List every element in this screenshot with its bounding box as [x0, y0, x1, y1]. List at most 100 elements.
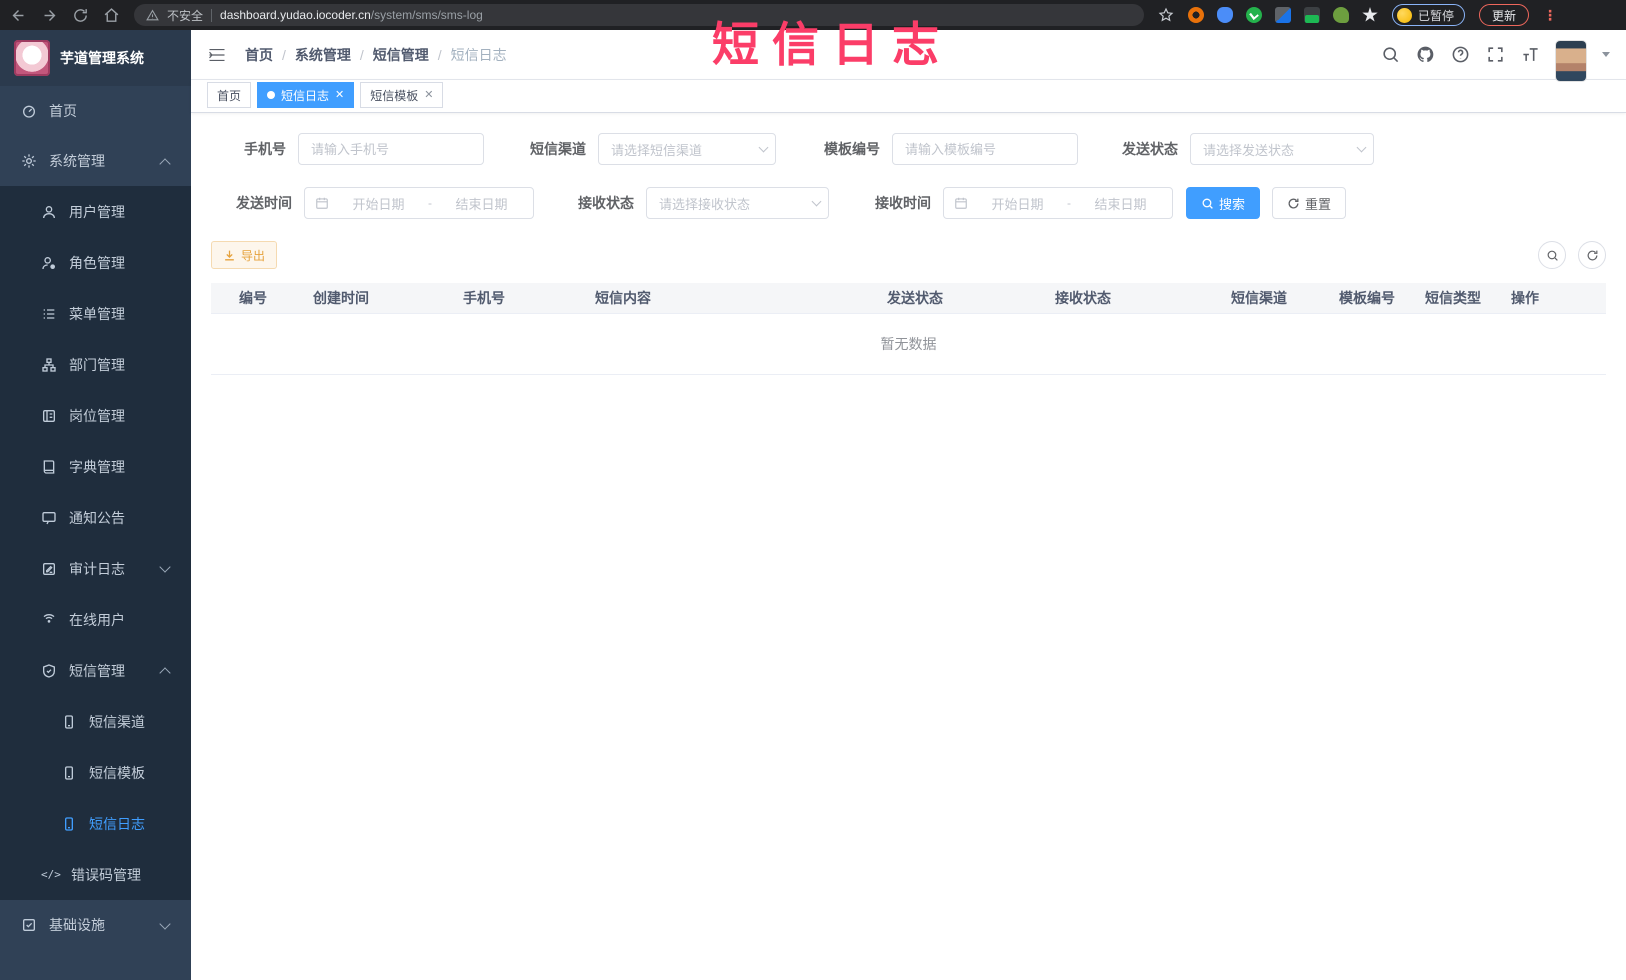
column-header-create-time: 创建时间	[313, 290, 369, 306]
phone-icon	[65, 816, 73, 831]
search-icon	[1202, 198, 1213, 209]
announcement-icon	[42, 511, 56, 524]
sidebar-item-dict-mgmt[interactable]: 字典管理	[0, 441, 191, 492]
security-label[interactable]: 不安全	[167, 7, 203, 24]
fullscreen-icon[interactable]	[1486, 45, 1505, 64]
main-area: 首页 系统管理 短信管理 短信日志 首页 短信日志 ✕	[191, 30, 1626, 980]
receive-status-select[interactable]: 请选择接收状态	[646, 187, 829, 219]
sidebar-item-dept-mgmt[interactable]: 部门管理	[0, 339, 191, 390]
sidebar-item-online-users[interactable]: 在线用户	[0, 594, 191, 645]
select-placeholder: 请选择接收状态	[659, 196, 751, 212]
browser-menu-icon[interactable]: ⋮	[1543, 7, 1557, 24]
field-label: 短信渠道	[530, 141, 586, 157]
sidebar-item-post-mgmt[interactable]: 岗位管理	[0, 390, 191, 441]
sidebar-item-sms-log[interactable]: 短信日志	[0, 798, 191, 849]
close-icon[interactable]: ✕	[424, 89, 433, 101]
extension-grid-icon[interactable]	[1275, 7, 1291, 23]
phone-input-wrap	[298, 133, 484, 165]
app-title: 芋道管理系统	[60, 50, 144, 66]
close-icon[interactable]: ✕	[335, 89, 344, 101]
extension-green-check-icon[interactable]	[1246, 7, 1262, 23]
filter-send-status: 发送状态 请选择发送状态	[1122, 133, 1374, 165]
tab-sms-template[interactable]: 短信模板 ✕	[360, 82, 444, 108]
sidebar-item-sms-mgmt[interactable]: 短信管理	[0, 645, 191, 696]
chevron-down-icon	[758, 142, 769, 152]
sidebar-item-menu-mgmt[interactable]: 菜单管理	[0, 288, 191, 339]
chevron-down-icon[interactable]	[1602, 52, 1610, 57]
org-tree-icon	[42, 357, 56, 372]
breadcrumb-system-mgmt[interactable]: 系统管理	[282, 45, 351, 65]
column-header-actions: 操作	[1511, 290, 1539, 306]
sidebar-item-role-mgmt[interactable]: 角色管理	[0, 237, 191, 288]
refresh-table-button[interactable]	[1578, 241, 1606, 269]
table-toolbar: 导出	[211, 241, 1606, 269]
back-icon[interactable]	[10, 7, 27, 24]
template-input[interactable]	[893, 134, 1077, 164]
home-icon[interactable]	[103, 7, 120, 24]
user-avatar[interactable]	[1556, 40, 1586, 81]
code-icon: </>	[41, 868, 61, 881]
export-button[interactable]: 导出	[211, 241, 278, 269]
breadcrumb-home[interactable]: 首页	[245, 45, 273, 65]
search-icon	[1547, 250, 1558, 261]
send-status-select[interactable]: 请选择发送状态	[1190, 133, 1374, 165]
reload-icon[interactable]	[72, 7, 89, 24]
breadcrumb: 首页 系统管理 短信管理 短信日志	[245, 45, 507, 65]
sidebar-item-audit-log[interactable]: 审计日志	[0, 543, 191, 594]
phone-input[interactable]	[299, 134, 483, 164]
dictionary-icon	[43, 459, 55, 474]
header-actions	[1381, 29, 1610, 81]
extension-on-badge-icon[interactable]	[1304, 7, 1320, 23]
extension-leaf-icon[interactable]	[1333, 7, 1349, 23]
sidebar-item-sms-channel[interactable]: 短信渠道	[0, 696, 191, 747]
select-placeholder: 请选择发送状态	[1203, 142, 1295, 158]
extension-orange-icon[interactable]	[1188, 7, 1204, 23]
font-size-icon[interactable]	[1521, 45, 1540, 64]
tab-label: 短信模板	[370, 88, 419, 103]
search-button[interactable]: 搜索	[1186, 187, 1261, 219]
chevron-up-icon	[159, 667, 171, 679]
channel-select[interactable]: 请选择短信渠道	[598, 133, 776, 165]
browser-chrome: 不安全 dashboard.yudao.iocoder.cn/system/sm…	[0, 0, 1626, 30]
url-text[interactable]: dashboard.yudao.iocoder.cn/system/sms/sm…	[220, 8, 483, 22]
send-time-range-picker[interactable]: 开始日期 - 结束日期	[304, 187, 534, 219]
hamburger-icon[interactable]	[207, 45, 227, 65]
sidebar-item-sms-template[interactable]: 短信模板	[0, 747, 191, 798]
search-icon[interactable]	[1381, 45, 1400, 64]
tab-home[interactable]: 首页	[207, 82, 252, 108]
column-header-template: 模板编号	[1339, 290, 1395, 306]
forward-icon[interactable]	[41, 7, 58, 24]
reset-button[interactable]: 重置	[1272, 187, 1347, 219]
app-logo	[14, 40, 50, 76]
breadcrumb-sms-mgmt[interactable]: 短信管理	[360, 45, 429, 65]
extensions-puzzle-icon[interactable]	[1362, 7, 1378, 22]
app-logo-row[interactable]: 芋道管理系统	[0, 30, 191, 86]
toggle-search-button[interactable]	[1538, 241, 1566, 269]
tab-sms-log[interactable]: 短信日志 ✕	[257, 82, 355, 108]
extension-blue-icon[interactable]	[1217, 7, 1233, 23]
receive-time-range-picker[interactable]: 开始日期 - 结束日期	[943, 187, 1173, 219]
github-icon[interactable]	[1416, 45, 1435, 64]
range-separator: -	[1067, 196, 1071, 210]
address-bar[interactable]: 不安全 dashboard.yudao.iocoder.cn/system/sm…	[134, 4, 1144, 26]
profile-paused-badge[interactable]: 已暂停	[1392, 4, 1466, 26]
sidebar-item-notice[interactable]: 通知公告	[0, 492, 191, 543]
sidebar-item-infrastructure[interactable]: 基础设施	[0, 900, 191, 950]
help-icon[interactable]	[1451, 45, 1470, 64]
bookmark-star-icon[interactable]	[1158, 7, 1174, 23]
export-label: 导出	[241, 248, 266, 263]
browser-update-button[interactable]: 更新	[1479, 4, 1530, 26]
sidebar: 芋道管理系统 首页 系统管理 用户管理 角色管理 菜单管理 部门管理 岗位管理 …	[0, 30, 191, 980]
sidebar-item-user-mgmt[interactable]: 用户管理	[0, 186, 191, 237]
sidebar-item-system-mgmt[interactable]: 系统管理	[0, 136, 191, 186]
filter-phone: 手机号	[244, 133, 484, 165]
field-label: 接收状态	[578, 195, 634, 211]
phone-icon	[65, 765, 73, 780]
sidebar-item-home[interactable]: 首页	[0, 86, 191, 136]
phone-icon	[65, 714, 73, 729]
dashboard-icon	[23, 105, 35, 118]
filter-row-2: 发送时间 开始日期 - 结束日期 接收状态 请选择接收状态 接收时间 开始日期 …	[211, 187, 1606, 219]
sidebar-item-error-code[interactable]: </> 错误码管理	[0, 849, 191, 900]
select-placeholder: 请选择短信渠道	[611, 142, 703, 158]
gear-icon	[22, 154, 36, 168]
